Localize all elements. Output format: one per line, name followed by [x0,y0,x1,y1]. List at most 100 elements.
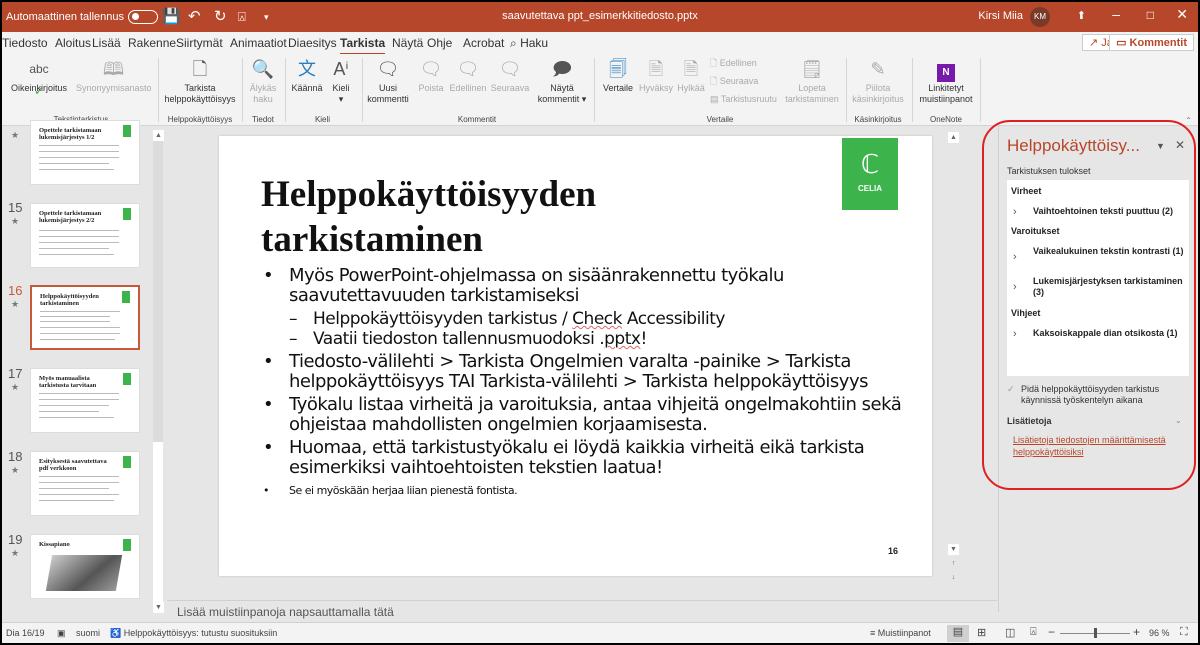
group-separator [242,58,243,122]
language-status[interactable]: suomi [76,628,100,638]
revision-previous-button[interactable]: 🗋 Edellinen [710,58,757,69]
slide-title[interactable]: Helppokäyttöisyyden tarkistaminen [261,172,821,262]
chevron-right-icon: › [1013,251,1017,263]
more-info-heading[interactable]: Lisätietoja [1007,416,1052,426]
tab-acrobat[interactable]: Acrobat [463,36,504,50]
previous-comment-icon: 🗨 [456,59,480,79]
language-button[interactable]: Aⁱ Kieli ▾ [326,58,356,105]
tab-siirtymat[interactable]: Siirtymät [176,36,223,50]
pane-options-icon[interactable]: ▼ [1156,141,1165,151]
accessibility-status-text: Helppokäyttöisyys: tutustu suosituksiin [123,628,278,638]
zoom-out-icon[interactable]: − [1048,625,1055,639]
spelling-button[interactable]: abc ✓ Oikeinkirjoitus [4,58,74,98]
result-item[interactable]: › Vaihtoehtoinen teksti puuttuu (2) [1011,206,1187,218]
tab-aloitus[interactable]: Aloitus [55,36,91,50]
book-icon: 🕮 [102,59,125,79]
previous-slide-icon[interactable]: ↑ [948,558,959,569]
zoom-level[interactable]: 96 % [1149,628,1170,638]
star-icon: ★ [11,216,20,226]
zoom-slider-thumb[interactable] [1094,628,1097,638]
scroll-up-icon[interactable]: ▲ [948,132,959,143]
slide-thumbnail[interactable]: Opettele tarkistamaan lukemisjärjestys 2… [30,203,140,268]
reject-button[interactable]: 🗎 Hylkää [674,58,708,94]
thesaurus-button[interactable]: 🕮 Synonyymisanasto [76,58,152,94]
close-icon[interactable]: ✕ [1176,6,1188,23]
tab-tarkista[interactable]: Tarkista [340,36,386,55]
notes-placeholder[interactable]: Lisää muistiinpanoja napsauttamalla tätä [177,605,394,619]
slide-scrollbar[interactable]: ▲ ▼ ↑ ↓ [948,132,960,588]
scroll-up-icon[interactable]: ▲ [153,130,164,141]
group-label-comments: Kommentit [457,115,497,124]
compare-label: Vertaile [602,83,634,93]
fit-to-window-icon[interactable]: ⛶ [1180,626,1188,639]
tab-nayta[interactable]: Näytä [392,36,423,50]
maximize-icon[interactable]: □ [1147,8,1154,22]
zoom-in-icon[interactable]: + [1133,625,1140,639]
comments-button[interactable]: ▭ Kommentit [1109,34,1194,51]
accessibility-status[interactable]: ♿ Helppokäyttöisyys: tutustu suosituksii… [110,628,277,639]
group-separator [285,58,286,122]
search-box[interactable]: ⌕ Haku [510,36,548,51]
previous-comment-button[interactable]: 🗨 Edellinen [448,58,488,94]
next-slide-icon[interactable]: ↓ [948,572,959,583]
thumbnails-scrollbar[interactable]: ▲ ▼ [153,130,164,613]
group-separator [158,58,159,122]
tab-diaesitys[interactable]: Diaesitys [288,36,337,50]
collapse-ribbon-icon[interactable]: ⌃ [1185,116,1192,125]
spell-status-icon[interactable]: ▣ [57,628,66,639]
avatar[interactable]: KM [1030,7,1050,27]
slideshow-icon[interactable]: ⍓ [1030,626,1037,639]
result-item[interactable]: › Vaikealukuinen tekstin kontrasti (1) [1011,246,1187,263]
notes-button[interactable]: ≡ Muistiinpanot [870,628,931,638]
delete-comment-button[interactable]: 🗨 Poista [416,58,446,94]
tab-ohje[interactable]: Ohje [427,36,452,50]
slide-thumbnail[interactable]: Opettele tarkistamaan lukemisjärjestys 1… [30,120,140,185]
tab-rakenne[interactable]: Rakenne [128,36,176,50]
translate-button[interactable]: 文 Käännä [290,58,324,94]
pane-close-icon[interactable]: ✕ [1175,138,1185,152]
checkmark-icon[interactable]: ✓ [1007,384,1015,395]
show-comments-label-2: kommentit [537,94,580,104]
scroll-down-icon[interactable]: ▼ [948,544,959,555]
slide-sorter-icon[interactable]: ⊞ [977,626,986,639]
linked-notes-button[interactable]: N Linkitetyt muistiinpanot [914,58,978,105]
slide-thumbnail[interactable]: Esityksestä saavutettava pdf verkkoon [30,451,140,516]
slide-thumbnail[interactable]: Myös manuaalista tarkistusta tarvitaan [30,368,140,433]
slide-canvas[interactable]: Helppokäyttöisyyden tarkistaminen ℂ CELI… [219,136,932,576]
sub-bullet: Vaatii tiedoston tallennusmuodoksi .pptx… [259,329,909,349]
chevron-down-icon[interactable]: ⌄ [1175,416,1182,425]
result-item[interactable]: › Lukemisjärjestyksen tarkistaminen (3) [1011,276,1187,298]
tab-animaatiot[interactable]: Animaatiot [230,36,287,50]
result-item[interactable]: › Kaksoiskappale dian otsikosta (1) [1011,328,1187,340]
ribbon-display-icon[interactable]: ⬆ [1077,9,1086,22]
slide-thumbnail-selected[interactable]: Helppokäyttöisyyden tarkistaminen [30,285,140,350]
more-info-link[interactable]: Lisätietoja tiedostojen määrittämisestä … [1013,434,1188,458]
slide-body[interactable]: Myös PowerPoint-ohjelmassa on sisäänrake… [259,266,909,502]
check-accessibility-button[interactable]: 🗋 Tarkista helppokäyttöisyys [162,58,238,105]
notes-pane[interactable]: Lisää muistiinpanoja napsauttamalla tätä [167,600,997,622]
text-line [39,248,109,249]
new-comment-button[interactable]: 🗨 Uusi kommentti [366,58,410,105]
slide-thumbnail[interactable]: Kissapiano [30,534,140,599]
celia-logo [123,208,131,220]
scroll-down-icon[interactable]: ▼ [153,602,164,613]
tab-lisaa[interactable]: Lisää [92,36,121,50]
keep-running-checkbox[interactable]: ✓ Pidä helppokäyttöisyyden tarkistus käy… [1007,384,1187,406]
reviewing-pane-button[interactable]: ▤ Tarkistusruutu [710,94,777,105]
reading-view-icon[interactable]: ◫ [1005,626,1015,639]
end-review-button[interactable]: 🗒 Lopeta tarkistaminen [780,58,844,105]
accept-button[interactable]: 🗎 Hyväksy [638,58,674,94]
accept-icon: 🗎 [648,59,664,79]
user-name[interactable]: Kirsi Miia [978,10,1023,22]
tab-tiedosto[interactable]: Tiedosto [2,36,48,50]
revision-next-button[interactable]: 🗋 Seuraava [710,76,758,87]
smart-lookup-button[interactable]: 🔍 Älykäs haku [245,58,281,105]
compare-button[interactable]: 🗐 Vertaile [598,58,638,94]
minimize-icon[interactable]: – [1112,6,1120,22]
scrollbar-thumb[interactable] [153,442,163,602]
text-line [40,339,115,340]
hide-ink-button[interactable]: ✎ Piilota käsinkirjoitus [848,58,908,105]
show-comments-button[interactable]: 🗩 Näytä kommentit ▾ [536,58,588,105]
next-comment-button[interactable]: 🗨 Seuraava [490,58,530,94]
normal-view-icon[interactable]: ▤ [947,625,969,642]
